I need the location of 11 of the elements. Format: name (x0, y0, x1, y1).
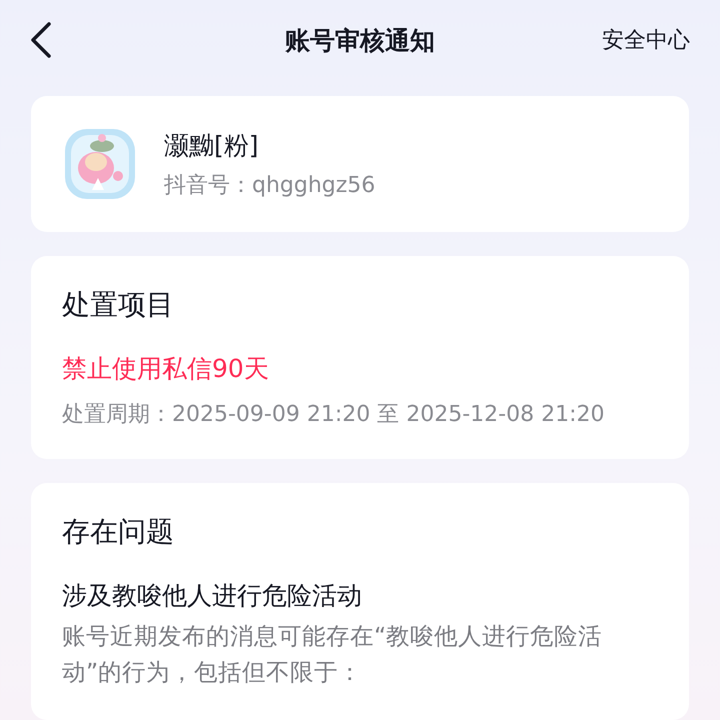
security-center-link[interactable]: 安全中心 (570, 25, 690, 55)
section-heading: 存在问题 (62, 514, 175, 550)
user-name: 灏黝[粉] (164, 130, 260, 162)
page-title: 账号审核通知 (284, 24, 436, 56)
issue-description: 账号近期发布的消息可能存在“教唆他人进行危险活动”的行为，包括但不限于： (62, 621, 604, 688)
issue-title: 涉及教唆他人进行危险活动 (62, 580, 363, 612)
penalty-period: 处置周期：2025-09-09 21:20 至 2025-12-08 21:20 (62, 401, 606, 429)
penalty-item: 禁止使用私信90天 (62, 353, 270, 385)
user-id: 抖音号：qhgghgz56 (164, 172, 376, 200)
section-heading: 处置项目 (62, 287, 175, 323)
back-icon (30, 22, 52, 58)
